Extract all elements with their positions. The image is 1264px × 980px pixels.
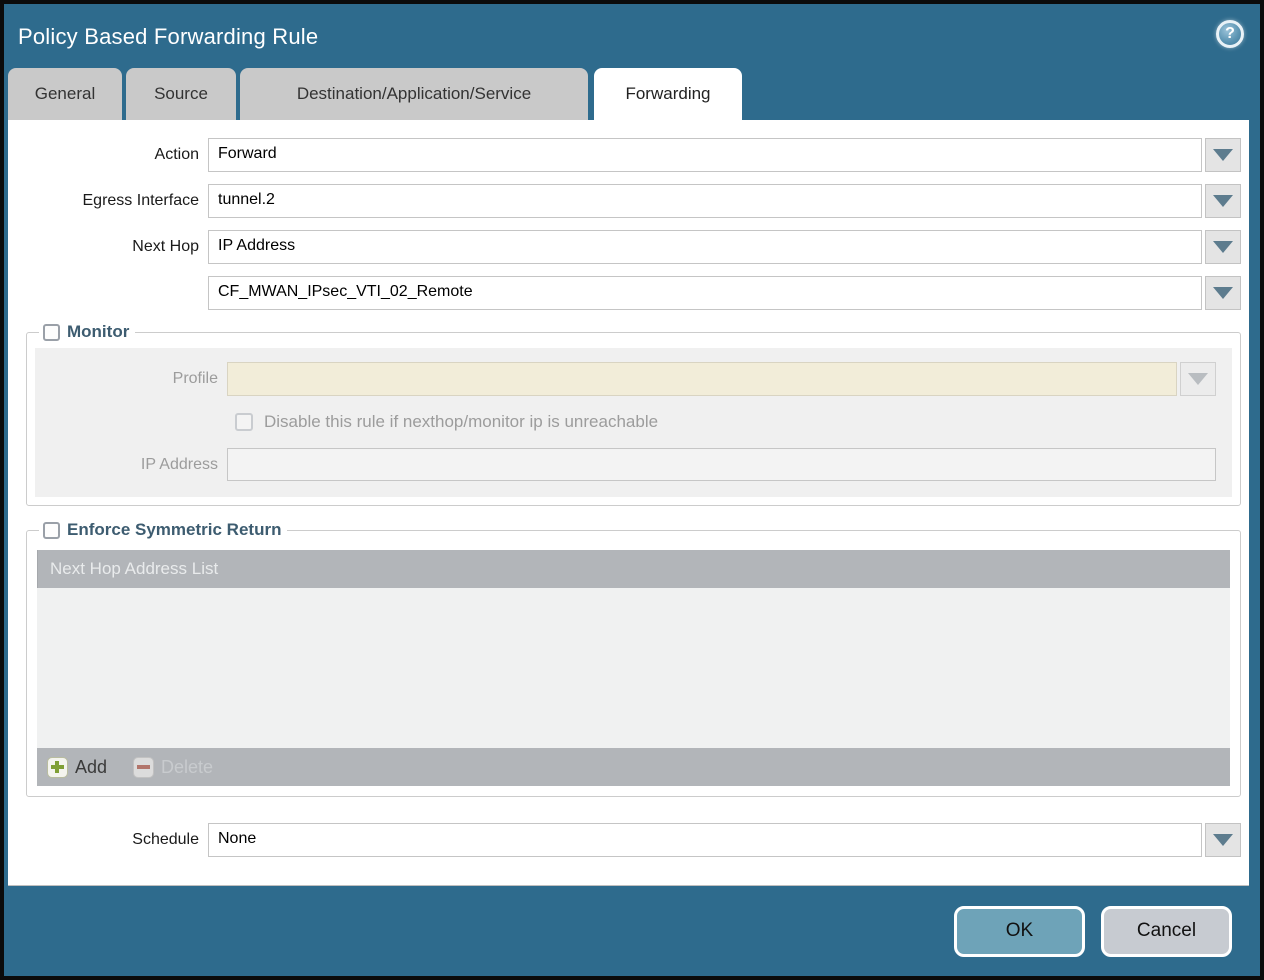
enforce-symmetric-return-group: Enforce Symmetric Return Next Hop Addres… [26, 520, 1241, 797]
schedule-label: Schedule [132, 831, 199, 848]
monitor-group: Monitor Profile Disable this rule if nex… [26, 322, 1241, 506]
enforce-symmetric-return-legend: Enforce Symmetric Return [39, 520, 287, 540]
tab-bar: General Source Destination/Application/S… [4, 68, 1260, 120]
delete-button-label: Delete [161, 756, 214, 777]
next-hop-type-dropdown-button[interactable] [1205, 230, 1241, 264]
tab-general[interactable]: General [8, 68, 122, 120]
profile-select [227, 362, 1216, 396]
profile-dropdown-button [1180, 362, 1216, 396]
table-toolbar: Add Delete [37, 748, 1230, 786]
profile-value [227, 362, 1177, 396]
minus-icon [133, 756, 155, 778]
disable-rule-row: Disable this rule if nexthop/monitor ip … [235, 412, 1224, 432]
enforce-symmetric-return-legend-label: Enforce Symmetric Return [67, 520, 282, 539]
monitor-panel: Profile Disable this rule if nexthop/mon… [35, 348, 1232, 497]
policy-based-forwarding-rule-dialog: Policy Based Forwarding Rule ? General S… [0, 0, 1264, 980]
monitor-checkbox[interactable] [43, 323, 60, 341]
title-bar: Policy Based Forwarding Rule ? [4, 4, 1260, 68]
next-hop-address-dropdown-button[interactable] [1205, 276, 1241, 310]
next-hop-row: Next Hop IP Address [8, 230, 1249, 264]
dialog-button-bar: OK Cancel [4, 886, 1260, 976]
delete-button[interactable]: Delete [133, 756, 214, 778]
monitor-legend: Monitor [39, 322, 135, 342]
profile-row: Profile [35, 362, 1224, 396]
action-label: Action [154, 146, 199, 163]
next-hop-address-list-body [37, 588, 1230, 748]
schedule-row: Schedule None [8, 823, 1249, 857]
tab-forwarding[interactable]: Forwarding [594, 68, 742, 120]
disable-rule-label: Disable this rule if nexthop/monitor ip … [264, 412, 659, 431]
monitor-ip-address-row: IP Address [35, 448, 1224, 481]
add-button-label: Add [75, 756, 108, 777]
egress-interface-dropdown-button[interactable] [1205, 184, 1241, 218]
egress-interface-select[interactable]: tunnel.2 [208, 184, 1241, 218]
next-hop-type-value: IP Address [208, 230, 1202, 264]
ok-button[interactable]: OK [954, 905, 1085, 957]
action-row: Action Forward [8, 138, 1249, 172]
next-hop-address-list-table: Next Hop Address List Add Delete [37, 550, 1230, 786]
chevron-down-icon [1188, 373, 1208, 385]
enforce-symmetric-return-checkbox[interactable] [43, 521, 60, 539]
tab-destination-application-service[interactable]: Destination/Application/Service [240, 68, 588, 120]
schedule-select[interactable]: None [208, 823, 1241, 857]
help-icon[interactable]: ? [1216, 20, 1244, 48]
egress-interface-row: Egress Interface tunnel.2 [8, 184, 1249, 218]
monitor-legend-label: Monitor [67, 322, 130, 341]
plus-icon [47, 756, 68, 778]
next-hop-label: Next Hop [132, 238, 199, 255]
chevron-down-icon [1213, 149, 1233, 161]
chevron-down-icon [1213, 195, 1233, 207]
forwarding-tab-panel: Action Forward Egress Interface tunnel.2… [8, 120, 1249, 886]
monitor-ip-address-input [227, 448, 1216, 481]
egress-interface-value: tunnel.2 [208, 184, 1202, 218]
chevron-down-icon [1213, 287, 1233, 299]
next-hop-address-select[interactable]: CF_MWAN_IPsec_VTI_02_Remote [208, 276, 1241, 310]
monitor-ip-address-label: IP Address [140, 455, 218, 473]
schedule-value: None [208, 823, 1202, 857]
action-value: Forward [208, 138, 1202, 172]
profile-label: Profile [172, 370, 218, 387]
schedule-dropdown-button[interactable] [1205, 823, 1241, 857]
action-select[interactable]: Forward [208, 138, 1241, 172]
disable-rule-checkbox[interactable] [235, 413, 253, 431]
cancel-button[interactable]: Cancel [1101, 905, 1232, 957]
chevron-down-icon [1213, 834, 1233, 846]
action-dropdown-button[interactable] [1205, 138, 1241, 172]
next-hop-type-select[interactable]: IP Address [208, 230, 1241, 264]
tab-source[interactable]: Source [126, 68, 236, 120]
dialog-title: Policy Based Forwarding Rule [18, 24, 319, 49]
next-hop-address-list-header: Next Hop Address List [37, 550, 1230, 588]
next-hop-address-row: CF_MWAN_IPsec_VTI_02_Remote [8, 276, 1249, 310]
chevron-down-icon [1213, 241, 1233, 253]
egress-interface-label: Egress Interface [82, 192, 200, 209]
next-hop-address-value: CF_MWAN_IPsec_VTI_02_Remote [208, 276, 1202, 310]
add-button[interactable]: Add [47, 756, 108, 778]
